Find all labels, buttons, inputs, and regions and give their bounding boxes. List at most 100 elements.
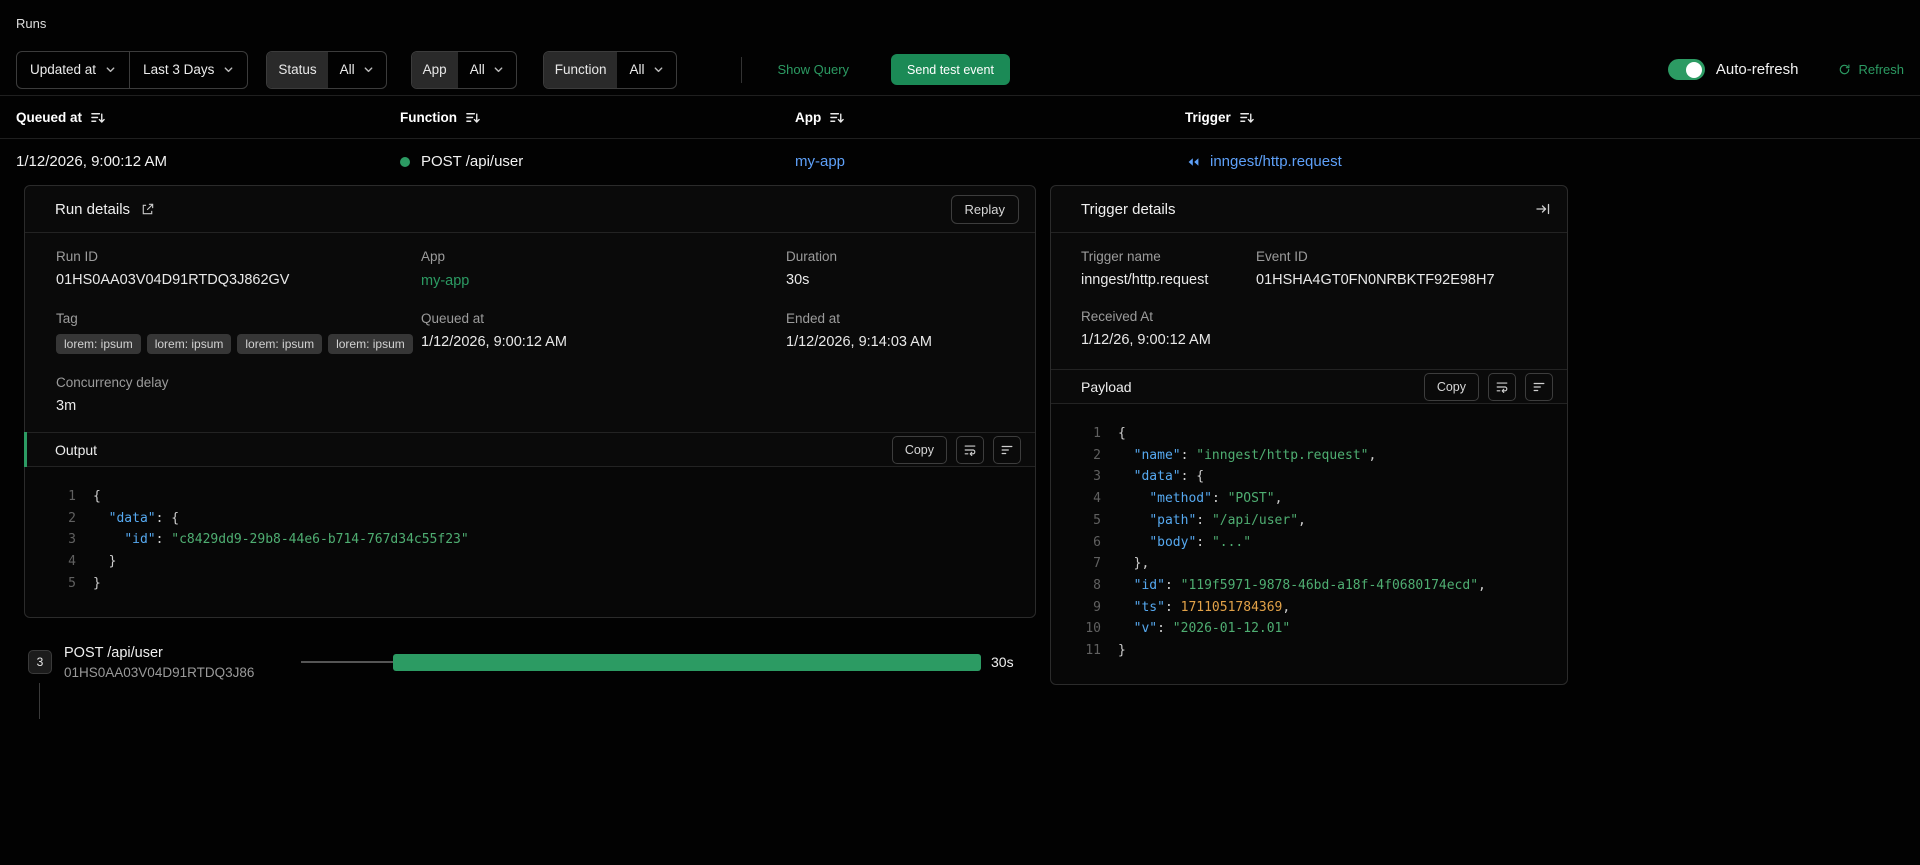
app-filter-dropdown[interactable]: App All	[410, 50, 517, 89]
copy-output-button[interactable]: Copy	[891, 435, 947, 464]
output-title: Output	[55, 441, 98, 458]
code-line: 8 "id": "119f5971-9878-46bd-a18f-4f06801…	[1093, 577, 1486, 593]
chevron-down-icon	[224, 67, 233, 73]
column-header-app[interactable]: App	[795, 110, 1185, 125]
code-line: 5}	[68, 575, 101, 591]
run-details-title: Run details	[55, 200, 131, 218]
step-count-badge[interactable]: 3	[28, 650, 52, 675]
ended-at-label: Ended at	[786, 311, 841, 326]
cell-queued-at: 1/12/2026, 9:00:12 AM	[16, 153, 167, 170]
code-line: 1{	[1093, 426, 1126, 441]
concurrency-delay-label: Concurrency delay	[56, 375, 169, 390]
chevron-down-icon	[654, 67, 662, 73]
trigger-details-panel: Trigger details Trigger name inngest/htt…	[1050, 185, 1568, 685]
timeline-duration-label: 30s	[991, 654, 1014, 671]
trigger-name-value: inngest/http.request	[1081, 272, 1209, 288]
run-table-row[interactable]: 1/12/2026, 9:00:12 AM POST /api/user my-…	[0, 139, 1920, 184]
runs-page: Runs Updated at Last 3 Days Status All A…	[0, 0, 1920, 865]
updated-at-dropdown[interactable]: Updated at	[17, 52, 129, 88]
app-link[interactable]: my-app	[795, 153, 1185, 170]
code-line: 6 "body": "..."	[1093, 534, 1252, 550]
show-query-link[interactable]: Show Query	[778, 62, 850, 77]
trigger-event-icon	[1188, 157, 1199, 166]
trigger-details-body: Trigger name inngest/http.request Event …	[1051, 233, 1567, 348]
column-label: Queued at	[16, 109, 83, 125]
word-wrap-button[interactable]	[956, 435, 984, 464]
queued-at-label: Queued at	[421, 311, 485, 326]
payload-section-header: Payload Copy	[1051, 369, 1567, 404]
timeline-connector	[301, 661, 393, 663]
cell-trigger: inngest/http.request	[1185, 153, 1904, 170]
event-id-value: 01HSHA4GT0FN0NRBKTF92E98H7	[1256, 272, 1495, 288]
code-line: 5 "path": "/api/user",	[1093, 512, 1306, 528]
word-wrap-icon	[964, 444, 976, 456]
field-concurrency-delay: Concurrency delay 3m	[56, 375, 421, 414]
received-at-value: 1/12/26, 9:00:12 AM	[1081, 332, 1211, 348]
code-line: 2 "name": "inngest/http.request",	[1093, 447, 1377, 463]
format-button[interactable]	[1525, 372, 1553, 401]
refresh-icon	[1840, 64, 1850, 75]
field-duration: Duration 30s	[786, 249, 1004, 290]
field-received-at: Received At 1/12/26, 9:00:12 AM	[1081, 309, 1537, 348]
code-line: 2 "data": {	[68, 510, 180, 526]
field-queued-at: Queued at 1/12/2026, 9:00:12 AM	[421, 311, 786, 354]
auto-refresh-toggle[interactable]	[1667, 59, 1705, 80]
run-details-header: Run details Replay	[25, 186, 1035, 233]
collapse-panel-button[interactable]	[1535, 201, 1551, 217]
duration-value: 30s	[786, 272, 810, 288]
app-filter-value: All	[469, 62, 485, 77]
timeline-row: 3 POST /api/user 01HS0AA03V04D91RTDQ3J86…	[24, 645, 1036, 719]
time-range-dropdown-label: Last 3 Days	[143, 62, 215, 77]
duration-label: Duration	[786, 249, 838, 264]
sort-icon	[830, 112, 845, 123]
page-title: Runs	[16, 16, 47, 31]
code-line: 4 "method": "POST",	[1093, 491, 1283, 507]
status-filter-label: Status	[267, 51, 328, 88]
refresh-button[interactable]: Refresh	[1838, 62, 1904, 77]
refresh-cluster: Auto-refresh Refresh	[1667, 59, 1904, 80]
field-trigger-name: Trigger name inngest/http.request	[1081, 249, 1256, 288]
timeline-duration-bar[interactable]	[393, 653, 981, 671]
code-line: 4 }	[68, 554, 117, 570]
main-content: Run details Replay Run ID 01HS0AA03V04D9…	[0, 185, 1920, 719]
code-line: 7 },	[1093, 556, 1150, 572]
run-id-label: Run ID	[56, 249, 99, 264]
filter-divider	[740, 56, 742, 83]
auto-refresh-label: Auto-refresh	[1715, 61, 1799, 78]
status-filter-dropdown[interactable]: Status All	[266, 50, 387, 89]
arrow-to-bar-icon	[1536, 203, 1550, 215]
tag-chip: lorem: ipsum	[328, 334, 413, 354]
updated-at-dropdown-label: Updated at	[30, 62, 97, 77]
code-line: 3 "data": {	[1093, 469, 1205, 485]
column-label: App	[795, 109, 822, 125]
field-tag: Tag lorem: ipsum lorem: ipsum lorem: ipsum…	[56, 311, 421, 354]
column-header-function[interactable]: Function	[400, 110, 795, 125]
payload-title: Payload	[1081, 378, 1132, 395]
external-link-icon[interactable]	[140, 202, 155, 217]
code-line: 10 "v": "2026-01-12.01"	[1085, 621, 1291, 637]
app-link-green[interactable]: my-app	[421, 273, 469, 289]
trigger-link[interactable]: inngest/http.request	[1210, 153, 1342, 170]
sort-time-control: Updated at Last 3 Days	[16, 50, 249, 89]
received-at-label: Received At	[1081, 309, 1154, 324]
trigger-details-header: Trigger details	[1051, 186, 1567, 233]
copy-payload-button[interactable]: Copy	[1423, 372, 1479, 401]
time-range-dropdown[interactable]: Last 3 Days	[130, 52, 247, 88]
replay-button[interactable]: Replay	[950, 194, 1019, 224]
column-label: Trigger	[1185, 109, 1231, 125]
trigger-details-title: Trigger details	[1081, 200, 1176, 218]
run-details-panel: Run details Replay Run ID 01HS0AA03V04D9…	[24, 185, 1036, 618]
column-header-queued-at[interactable]: Queued at	[16, 110, 400, 125]
function-filter-dropdown[interactable]: Function All	[542, 50, 677, 89]
tag-chip: lorem: ipsum	[237, 334, 323, 354]
function-name: POST /api/user	[421, 153, 524, 170]
table-header: Queued at Function App Trigger	[0, 96, 1920, 139]
column-header-trigger[interactable]: Trigger	[1185, 110, 1904, 125]
format-button[interactable]	[993, 435, 1021, 464]
tag-chip: lorem: ipsum	[146, 334, 232, 354]
word-wrap-button[interactable]	[1488, 372, 1516, 401]
field-ended-at: Ended at 1/12/2026, 9:14:03 AM	[786, 311, 1004, 354]
send-test-event-button[interactable]: Send test event	[891, 54, 1010, 85]
output-section-header: Output Copy	[24, 432, 1035, 467]
word-wrap-icon	[1496, 381, 1508, 393]
